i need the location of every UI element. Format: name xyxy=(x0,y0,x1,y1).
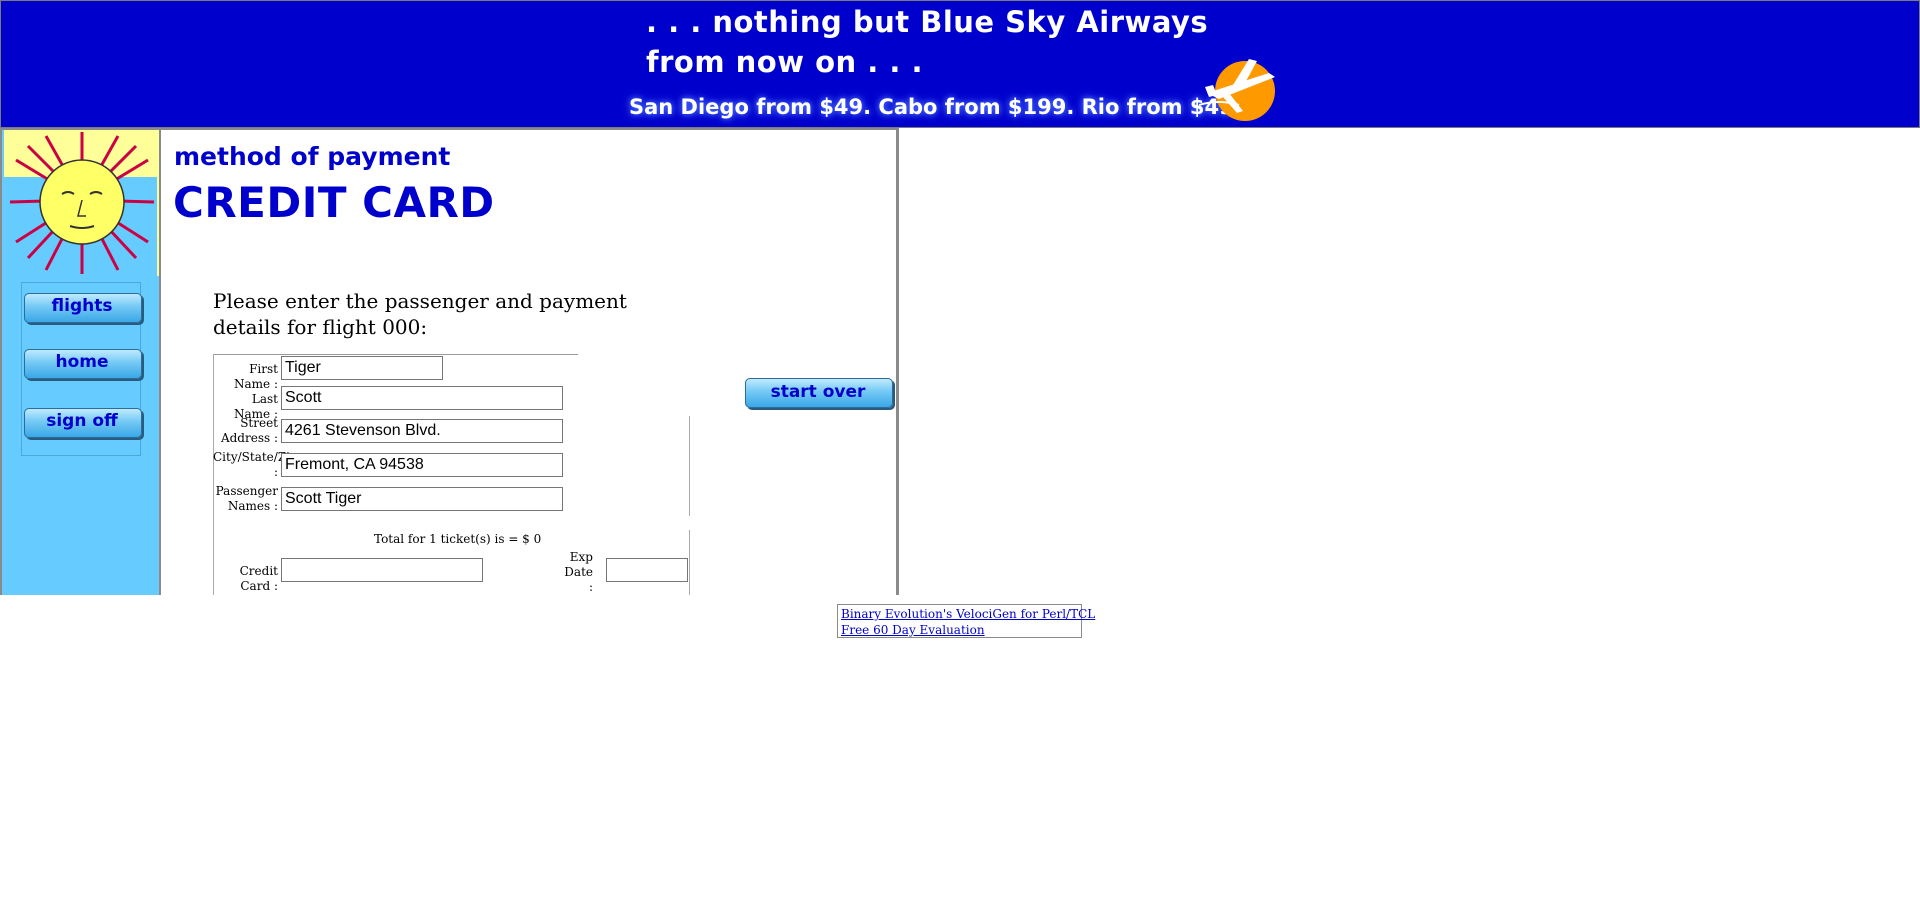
total-price-text: Total for 1 ticket(s) is = $ 0 xyxy=(374,532,542,546)
flights-button[interactable]: flights xyxy=(24,293,142,325)
exp-label-line3: : xyxy=(588,580,593,594)
start-over-button[interactable]: start over xyxy=(745,378,895,412)
city-label-line1: City/State/Zip xyxy=(213,450,298,464)
home-button-label: home xyxy=(55,352,109,372)
passenger-label-line1: Passenger xyxy=(215,484,278,498)
sun-face-icon xyxy=(9,132,155,274)
street-address-field[interactable] xyxy=(281,419,563,443)
last-name-field[interactable] xyxy=(281,386,563,410)
start-over-button-label: start over xyxy=(770,382,866,402)
form-border-right-lower xyxy=(689,530,690,595)
passenger-label-line2: Names : xyxy=(227,499,278,513)
exp-label-line2: Date xyxy=(564,565,593,579)
intro-text: Please enter the passenger and payment d… xyxy=(213,289,627,339)
velocigen-ad-link[interactable]: Binary Evolution's VelociGen for Perl/TC… xyxy=(841,606,1095,622)
first-name-field[interactable] xyxy=(281,356,443,380)
exp-label-line1: Exp xyxy=(569,550,593,564)
city-state-zip-label: City/State/Zip : xyxy=(213,450,298,480)
banner-tagline-2: from now on . . . xyxy=(646,45,924,79)
street-label-line1: Street xyxy=(240,416,278,430)
page-title: CREDIT CARD xyxy=(173,178,495,227)
banner-tagline: . . . nothing but Blue Sky Airways xyxy=(646,5,1209,39)
city-label-line2: : xyxy=(273,465,278,479)
first-name-label: First Name : xyxy=(234,362,278,391)
sign-off-button-label: sign off xyxy=(46,411,118,431)
passenger-names-field[interactable] xyxy=(281,487,563,511)
sun-airplane-icon xyxy=(1199,59,1275,121)
banner-prices: San Diego from $49. Cabo from $199. Rio … xyxy=(629,95,1257,119)
nav-menu: flights home sign off xyxy=(21,282,142,456)
free-evaluation-link[interactable]: Free 60 Day Evaluation xyxy=(841,622,1078,638)
passenger-names-label: Passenger Names : xyxy=(213,484,278,514)
main-content-frame: method of payment CREDIT CARD Please ent… xyxy=(159,128,899,595)
form-border-top xyxy=(213,354,578,355)
street-address-label: Street Address : xyxy=(213,416,278,446)
credit-card-label: Credit Card : xyxy=(239,564,278,593)
credit-card-field[interactable] xyxy=(281,558,483,582)
street-label-line2: Address : xyxy=(220,431,278,445)
exp-date-label: Exp Date : xyxy=(561,550,593,595)
ad-box: Binary Evolution's VelociGen for Perl/TC… xyxy=(837,604,1095,638)
exp-date-field[interactable] xyxy=(606,558,688,582)
flights-button-label: flights xyxy=(51,296,113,316)
form-border-right xyxy=(689,416,690,516)
city-state-zip-field[interactable] xyxy=(281,453,563,477)
page-subtitle: method of payment xyxy=(174,142,451,171)
left-nav-frame: flights home sign off xyxy=(0,128,159,595)
home-button[interactable]: home xyxy=(24,349,142,381)
top-banner: . . . nothing but Blue Sky Airways from … xyxy=(0,0,1920,128)
sign-off-button[interactable]: sign off xyxy=(24,408,142,440)
